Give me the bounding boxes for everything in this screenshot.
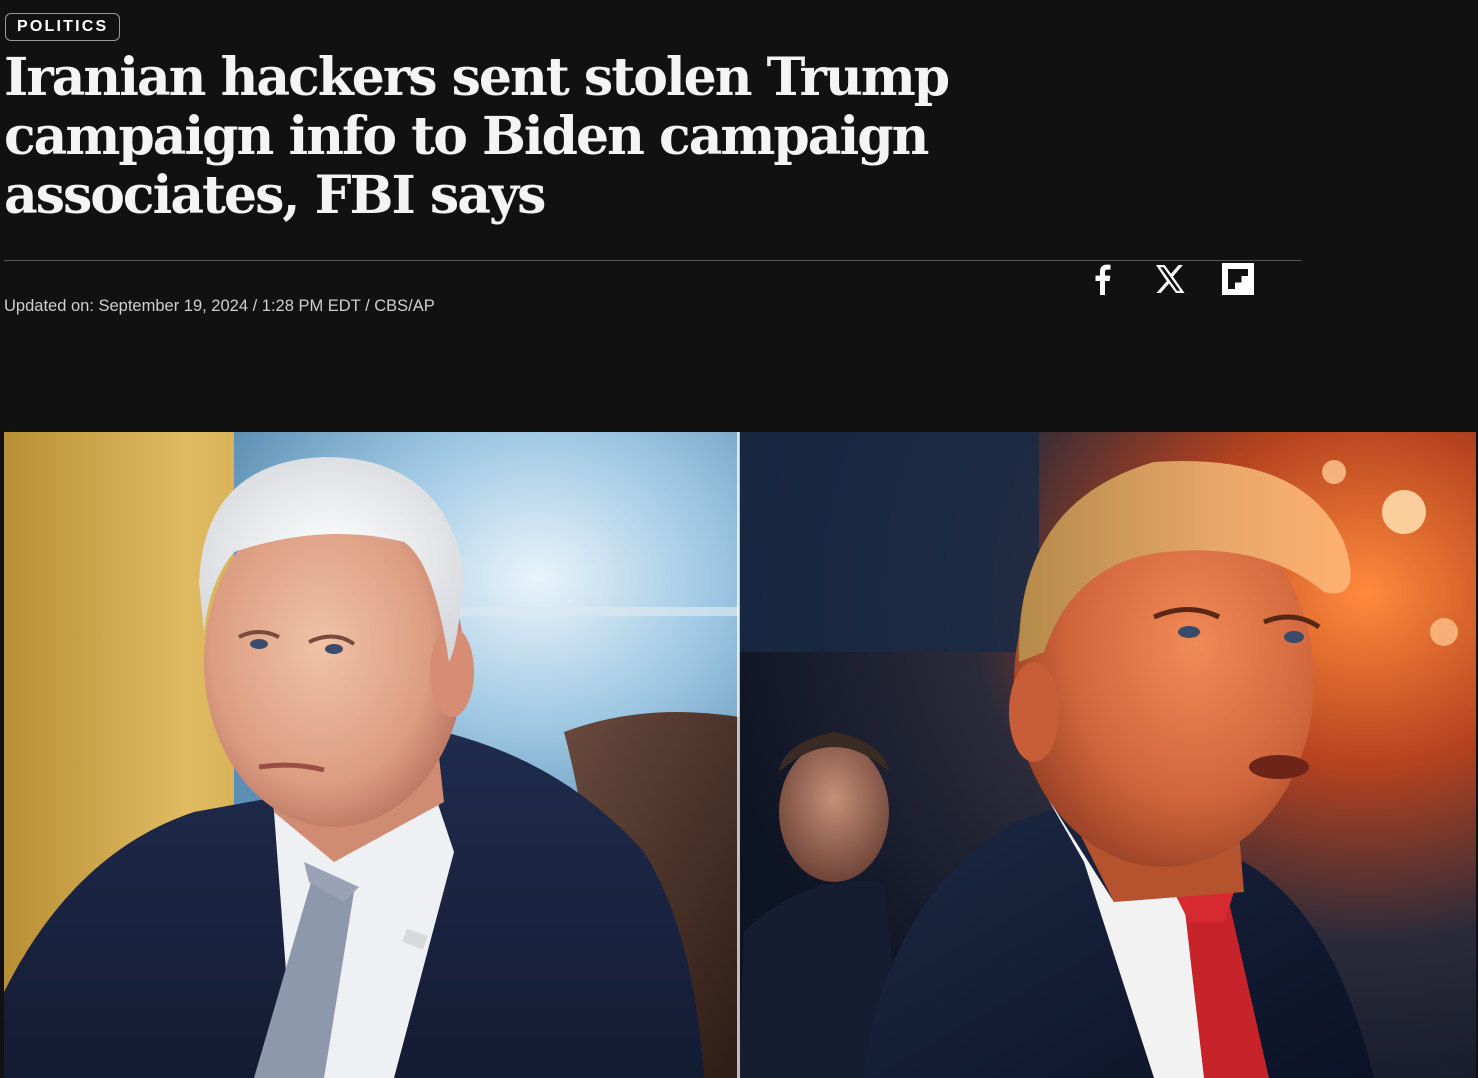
- x-icon: [1156, 265, 1185, 293]
- photo-right: [739, 432, 1476, 1078]
- article-header: POLITICS Iranian hackers sent stolen Tru…: [0, 0, 1478, 432]
- hero-image: [4, 432, 1476, 1078]
- facebook-icon: [1095, 264, 1111, 295]
- photo-left: [4, 432, 739, 1078]
- share-flipboard-button[interactable]: [1214, 262, 1262, 296]
- header-divider: [4, 260, 1302, 261]
- share-facebook-button[interactable]: [1078, 262, 1126, 296]
- flipboard-icon: [1222, 263, 1254, 295]
- article-byline: Updated on: September 19, 2024 / 1:28 PM…: [4, 297, 435, 315]
- article-headline: Iranian hackers sent stolen Trump campai…: [4, 47, 950, 226]
- share-x-button[interactable]: [1146, 262, 1194, 296]
- share-bar: [1078, 262, 1262, 296]
- section-badge-politics[interactable]: POLITICS: [5, 13, 121, 41]
